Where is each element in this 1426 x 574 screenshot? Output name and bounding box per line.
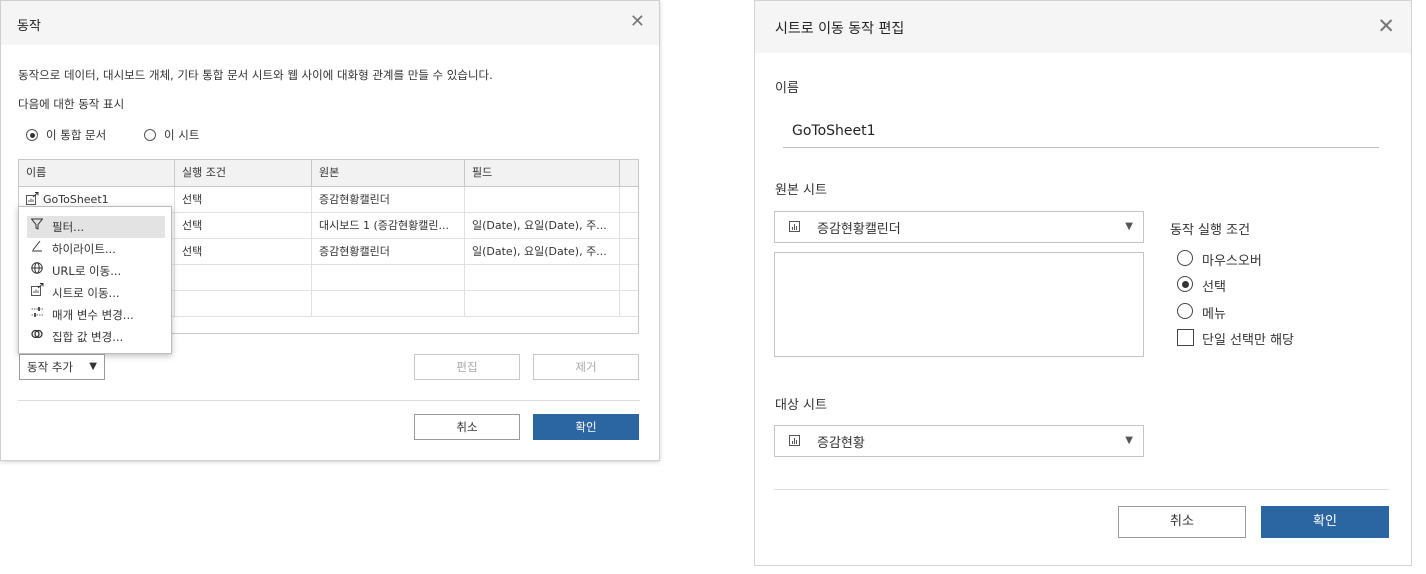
source-sheet-value: 증감현황캘린더: [817, 222, 901, 237]
edit-go-to-sheet-dialog: 시트로 이동 동작 편집 ✕ 이름 GoToSheet1 원본 시트 증감현황캘…: [754, 0, 1412, 566]
name-input[interactable]: GoToSheet1: [792, 123, 876, 139]
table-cell-spacer: [620, 239, 638, 264]
cancel-button[interactable]: 취소: [414, 414, 520, 440]
highlight-icon: [27, 238, 47, 260]
chevron-down-icon: ▼: [89, 361, 97, 372]
chevron-down-icon: ▼: [1125, 435, 1133, 446]
menu-item-label: 매개 변수 변경...: [52, 308, 134, 322]
menu-item-go-to-sheet[interactable]: 시트로 이동...: [27, 282, 165, 304]
table-cell-fields: [465, 187, 620, 212]
target-sheet-value: 증감현황: [817, 436, 865, 451]
table-cell-trigger: 선택: [175, 239, 312, 264]
run-action-on-label: 동작 실행 조건: [1170, 223, 1251, 238]
table-cell-trigger: 선택: [175, 187, 312, 212]
edit-dialog-titlebar: 시트로 이동 동작 편집 ✕: [755, 1, 1411, 53]
radio-this-workbook[interactable]: [26, 129, 38, 141]
menu-item-change-set-values[interactable]: 집합 값 변경...: [27, 326, 165, 348]
radio-select[interactable]: [1177, 276, 1193, 292]
column-header-spacer: [620, 160, 638, 186]
radio-this-sheet[interactable]: [144, 129, 156, 141]
table-cell-fields: 일(Date), 요일(Date), 주...: [465, 239, 620, 264]
menu-item-label: URL로 이동...: [52, 264, 122, 278]
sheet-icon: [789, 435, 800, 446]
parameter-icon: [27, 304, 47, 326]
empty-cell: [465, 265, 620, 290]
table-cell-source: 대시보드 1 (증감현황캘린...: [312, 213, 465, 238]
divider: [18, 400, 640, 401]
radio-hover-label: 마우스오버: [1202, 254, 1262, 269]
dialog-description: 동작으로 데이터, 대시보드 개체, 기타 통합 문서 시트와 웹 사이에 대화…: [18, 68, 493, 82]
ok-button[interactable]: 확인: [533, 414, 639, 440]
go-to-sheet-icon: [26, 192, 39, 205]
ok-button[interactable]: 확인: [1261, 506, 1389, 538]
column-header-source[interactable]: 원본: [312, 160, 465, 186]
sheet-icon: [789, 221, 800, 232]
close-icon[interactable]: ✕: [630, 13, 645, 31]
single-select-label: 단일 선택만 해당: [1202, 333, 1294, 348]
menu-item-filter[interactable]: 필터...: [27, 216, 165, 238]
globe-icon: [27, 260, 47, 282]
remove-button[interactable]: 제거: [533, 354, 639, 380]
menu-item-highlight[interactable]: 하이라이트...: [27, 238, 165, 260]
cancel-button[interactable]: 취소: [1118, 506, 1246, 538]
radio-menu-label: 메뉴: [1202, 307, 1226, 322]
divider: [774, 489, 1389, 490]
source-sheet-label: 원본 시트: [775, 183, 827, 198]
radio-this-sheet-label: 이 시트: [164, 128, 200, 142]
row-name: GoToSheet1: [43, 193, 109, 206]
name-input-underline: [783, 147, 1379, 148]
single-select-checkbox[interactable]: [1177, 329, 1194, 346]
menu-item-go-to-url[interactable]: URL로 이동...: [27, 260, 165, 282]
set-icon: [27, 326, 47, 348]
show-actions-label: 다음에 대한 동작 표시: [18, 97, 125, 111]
table-cell-source: 증감현황캘린더: [312, 239, 465, 264]
go-to-sheet-icon: [27, 282, 47, 304]
radio-menu[interactable]: [1177, 303, 1193, 319]
target-sheet-label: 대상 시트: [775, 398, 827, 413]
chevron-down-icon: ▼: [1125, 221, 1133, 232]
add-action-label: 동작 추가: [27, 360, 73, 374]
source-sheet-select[interactable]: 증감현황캘린더 ▼: [774, 211, 1144, 243]
radio-hover[interactable]: [1177, 250, 1193, 266]
column-header-fields[interactable]: 필드: [465, 160, 620, 186]
dialog-title: 동작: [17, 19, 41, 34]
column-header-trigger[interactable]: 실행 조건: [175, 160, 312, 186]
radio-this-workbook-label: 이 통합 문서: [46, 128, 107, 142]
add-action-button[interactable]: 동작 추가 ▼: [19, 354, 105, 380]
table-cell-trigger: 선택: [175, 213, 312, 238]
menu-item-label: 필터...: [52, 220, 85, 234]
add-action-menu: 필터... 하이라이트... URL로 이동... 시트로 이동... 매개 변…: [18, 206, 172, 354]
column-header-name[interactable]: 이름: [19, 160, 175, 186]
menu-item-label: 시트로 이동...: [52, 286, 120, 300]
table-cell-spacer: [620, 213, 638, 238]
target-sheet-select[interactable]: 증감현황 ▼: [774, 425, 1144, 457]
empty-cell: [312, 265, 465, 290]
empty-cell: [620, 291, 638, 316]
empty-cell: [175, 265, 312, 290]
actions-dialog-titlebar: 동작 ✕: [1, 1, 659, 45]
source-sheet-list[interactable]: [774, 252, 1144, 357]
name-label: 이름: [775, 81, 799, 96]
table-cell-fields: 일(Date), 요일(Date), 주...: [465, 213, 620, 238]
menu-item-label: 하이라이트...: [52, 242, 116, 256]
table-header: 이름 실행 조건 원본 필드: [19, 160, 638, 187]
close-icon[interactable]: ✕: [1377, 16, 1395, 37]
menu-item-change-parameter[interactable]: 매개 변수 변경...: [27, 304, 165, 326]
empty-cell: [312, 291, 465, 316]
menu-item-label: 집합 값 변경...: [52, 330, 124, 344]
filter-icon: [27, 216, 47, 238]
edit-button[interactable]: 편집: [414, 354, 520, 380]
empty-cell: [620, 265, 638, 290]
table-cell-source: 증감현황캘린더: [312, 187, 465, 212]
table-cell-spacer: [620, 187, 638, 212]
empty-cell: [175, 291, 312, 316]
dialog-title: 시트로 이동 동작 편집: [775, 21, 905, 37]
radio-select-label: 선택: [1202, 280, 1226, 295]
empty-cell: [465, 291, 620, 316]
actions-dialog: 동작 ✕ 동작으로 데이터, 대시보드 개체, 기타 통합 문서 시트와 웹 사…: [0, 0, 660, 461]
